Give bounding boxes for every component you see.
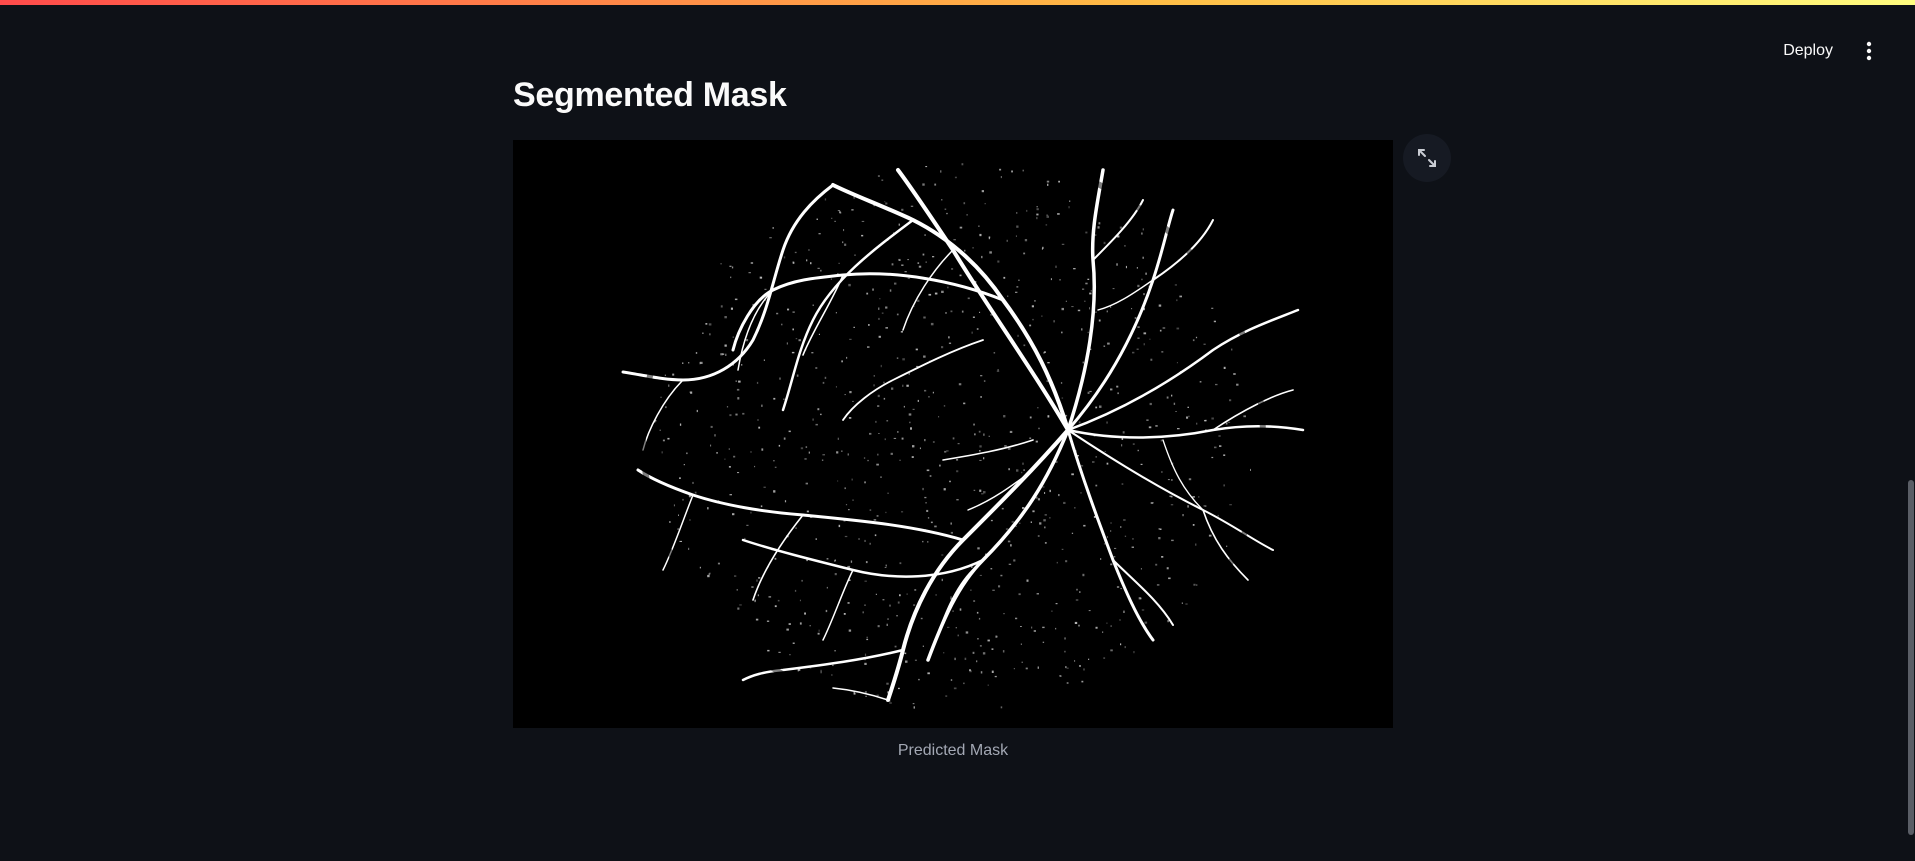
scrollbar[interactable]: [1907, 0, 1915, 861]
expand-arrows-icon: [1418, 149, 1436, 167]
segmentation-image: [513, 140, 1393, 728]
deploy-button[interactable]: Deploy: [1779, 36, 1837, 66]
decoration-bar: [0, 0, 1915, 5]
toolbar: Deploy: [1779, 36, 1879, 66]
fullscreen-button[interactable]: [1403, 134, 1451, 182]
vertical-dots-icon[interactable]: [1859, 39, 1879, 63]
vessel-mask-graphic: [513, 140, 1393, 728]
scrollbar-thumb[interactable]: [1908, 480, 1914, 835]
page-title: Segmented Mask: [513, 76, 787, 114]
image-caption: Predicted Mask: [897, 742, 1009, 759]
